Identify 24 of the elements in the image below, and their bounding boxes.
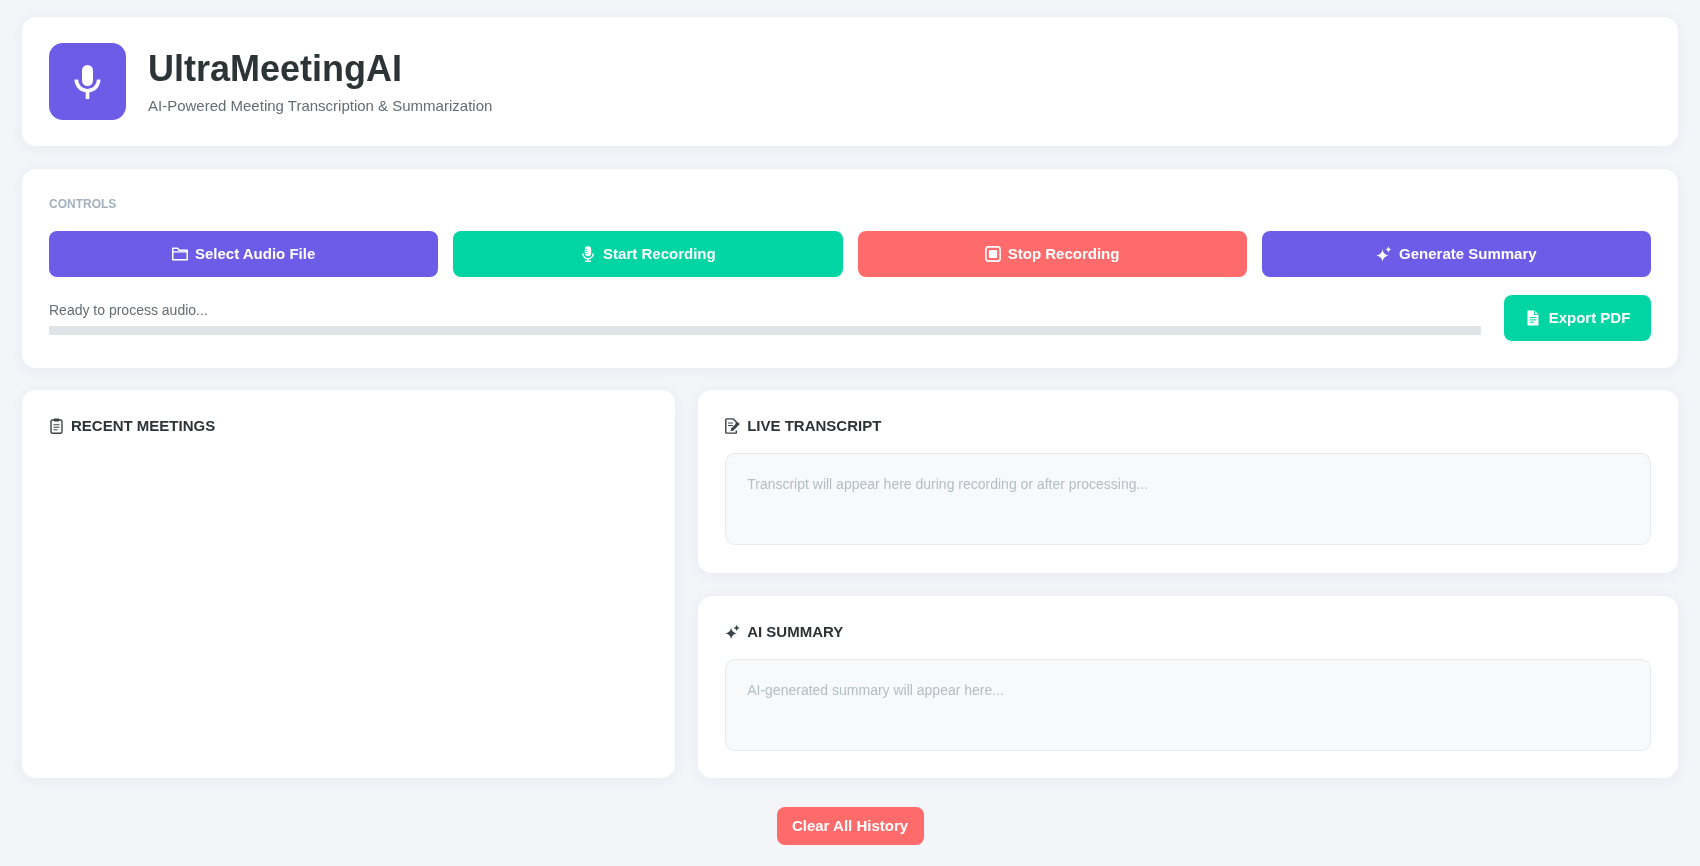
app-subtitle: AI-Powered Meeting Transcription & Summarization [148,95,493,116]
empty-state-text: AI-generated summary will appear here... [747,681,1004,698]
stop-icon [984,246,1001,262]
section-label: CONTROLS [49,196,118,212]
document-icon [1524,310,1541,326]
microphone-icon [580,246,597,262]
status-text: Ready to process audio... [49,301,209,319]
clear-history-button[interactable]: Clear All History [776,807,924,845]
panel-title: LIVE TRANSCRIPT [747,416,882,436]
panel-title: AI SUMMARY [747,621,844,642]
app-title: UltraMeetingAI [148,47,404,90]
sparkle-icon [725,623,741,640]
action-button[interactable]: Generate Summary [1261,231,1651,277]
action-button[interactable]: Stop Recording [857,231,1247,277]
action-button[interactable]: Select Audio File [49,231,439,277]
sparkle-icon [1376,246,1393,262]
clipboard-icon [49,418,64,434]
panel-title: RECENT MEETINGS [71,416,216,436]
microphone-icon [49,43,126,120]
action-button[interactable]: Start Recording [453,231,843,277]
folder-icon [171,246,188,262]
empty-state-text: Transcript will appear here during recording or after processing... [747,476,1149,492]
document-pencil-icon [725,418,741,434]
export-pdf-button[interactable]: Export PDF [1504,295,1651,341]
